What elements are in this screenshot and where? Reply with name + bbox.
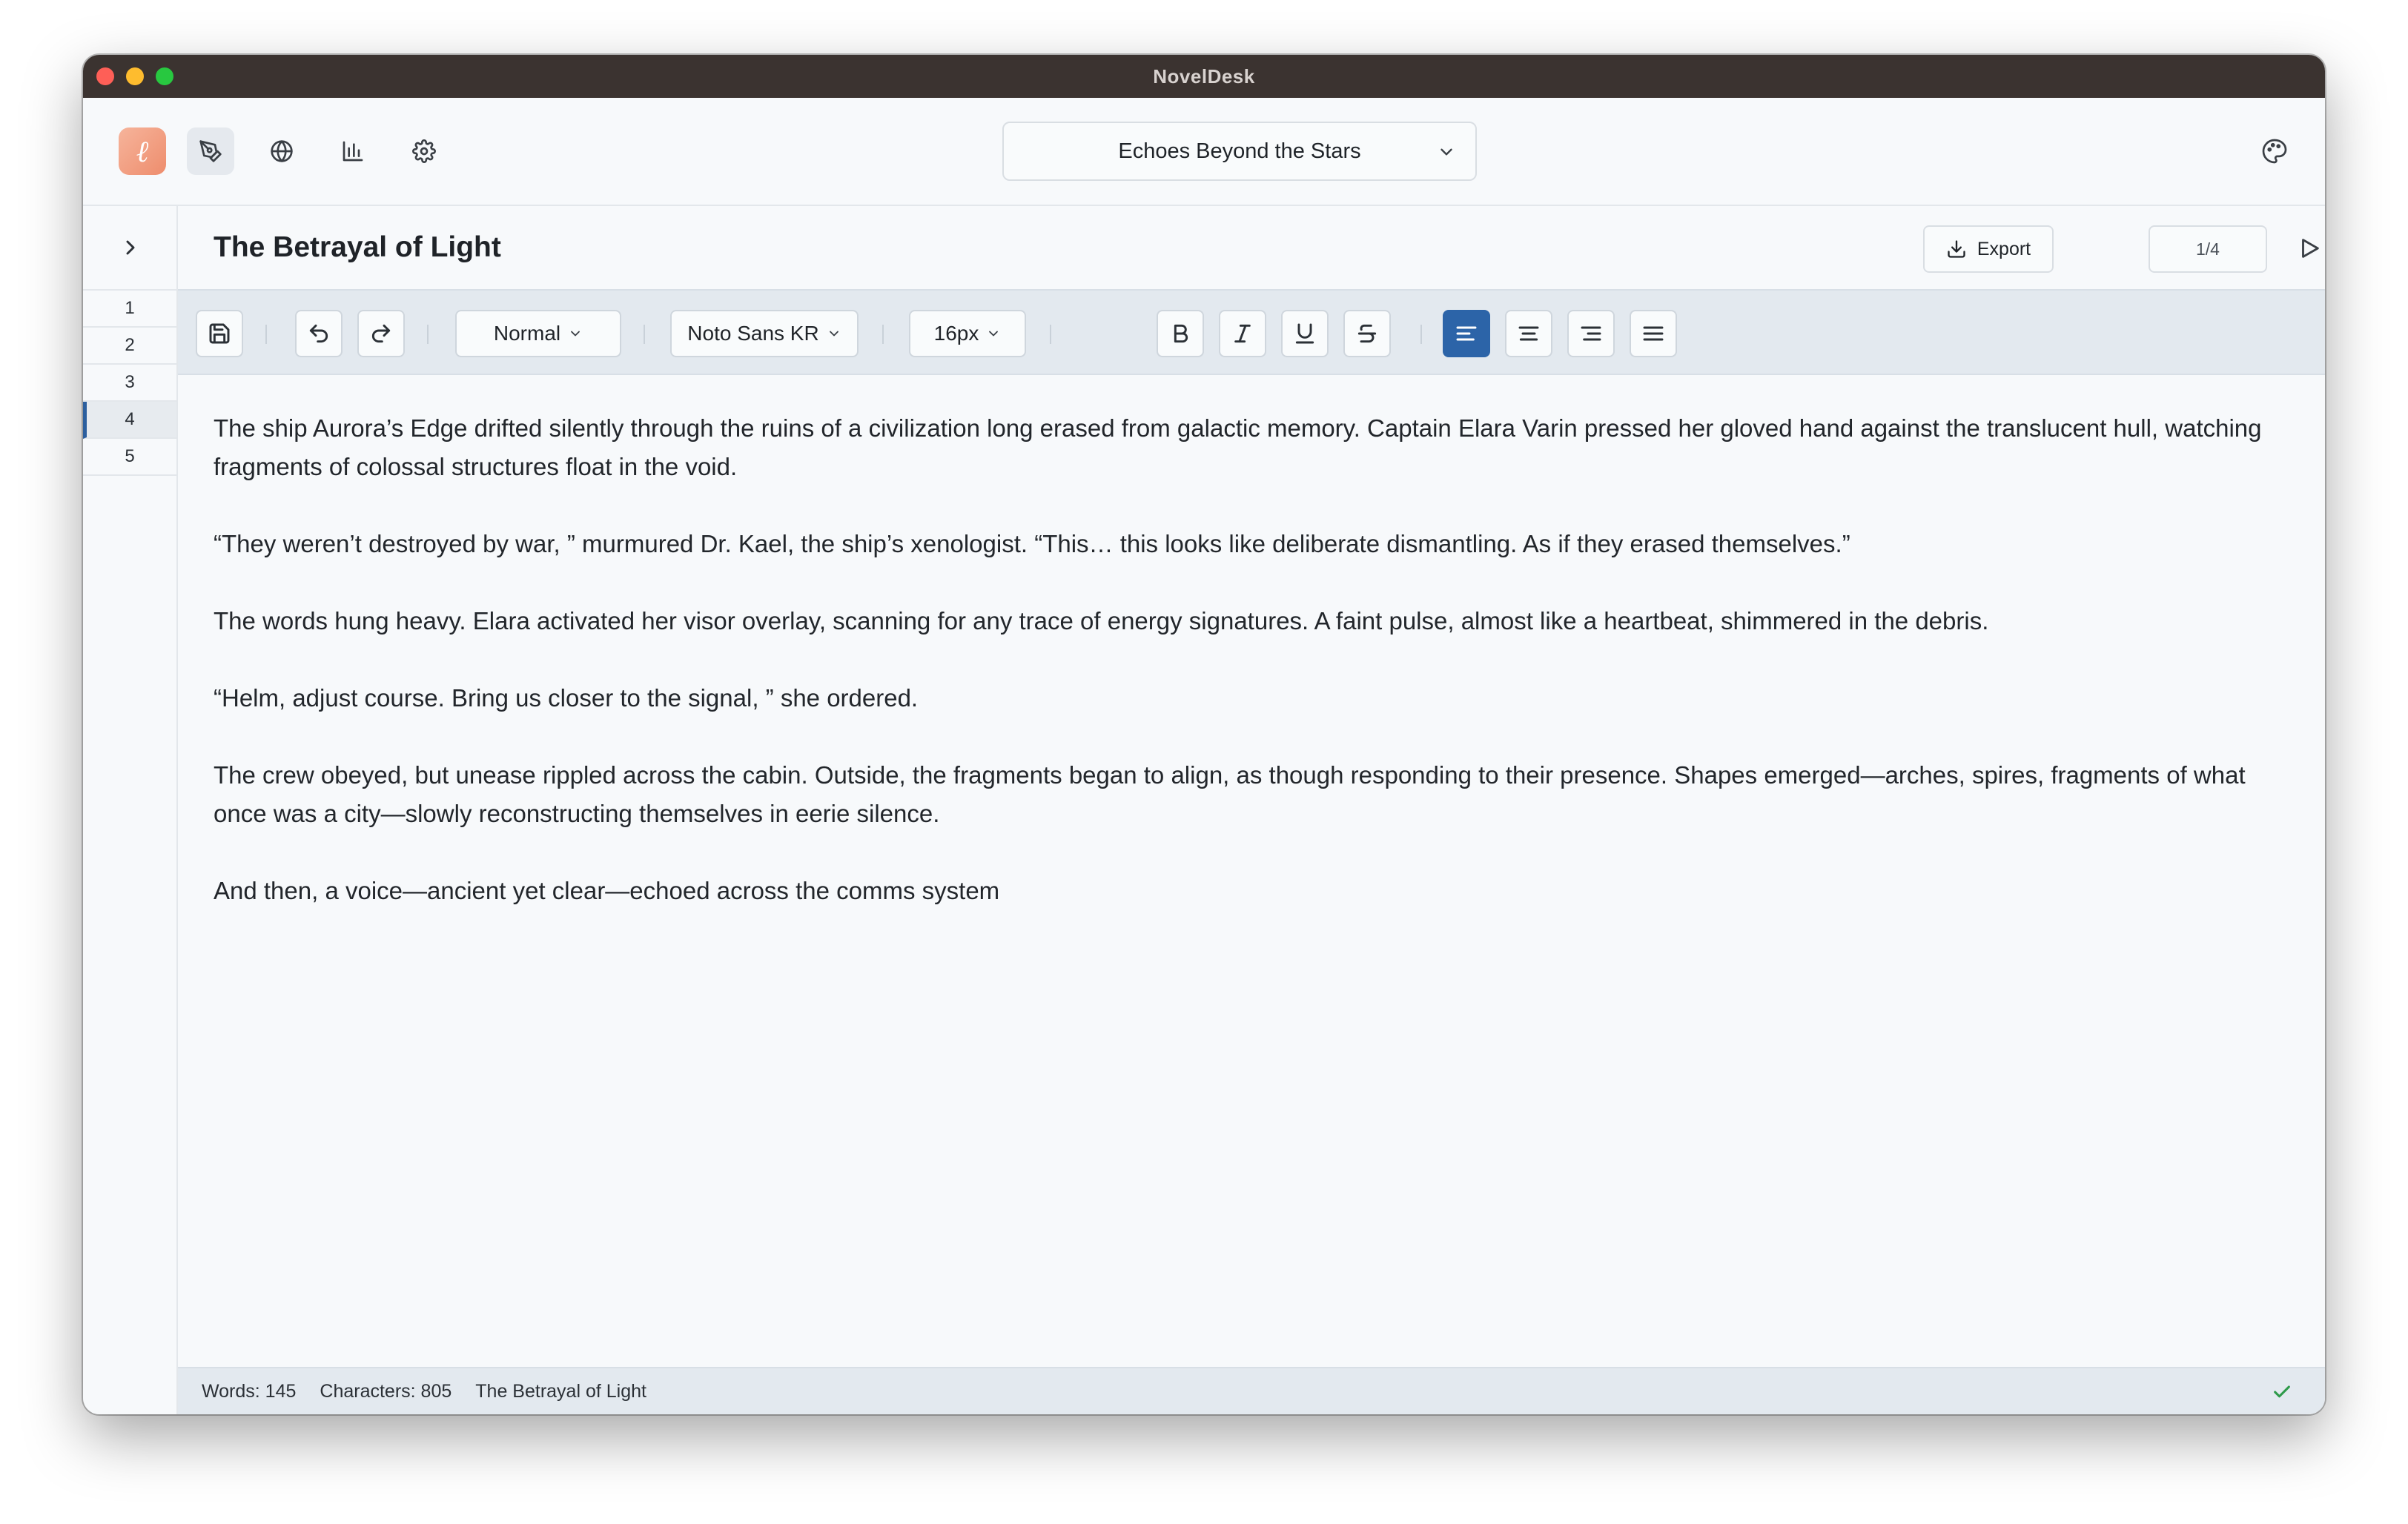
paragraph[interactable]: The words hung heavy. Elara activated he…	[214, 602, 2289, 640]
chevron-down-icon	[571, 331, 580, 337]
paragraph[interactable]: “They weren’t destroyed by war, ” murmur…	[214, 525, 2289, 563]
gear-icon	[412, 139, 436, 163]
play-button[interactable]	[2297, 236, 2322, 261]
align-right-icon	[1581, 326, 1601, 341]
chapter-item-active[interactable]: 4	[83, 402, 176, 439]
window-title: NovelDesk	[1153, 64, 1255, 87]
toolbar-divider	[1050, 325, 1051, 344]
export-label: Export	[1977, 238, 2031, 259]
editor-main: The Betrayal of Light Export 1/4 Normal …	[178, 206, 2325, 1414]
toolbar-divider	[882, 325, 884, 344]
app-logo[interactable]: ℓ	[119, 127, 166, 175]
save-button[interactable]	[196, 310, 243, 357]
window-controls	[96, 67, 173, 85]
download-icon	[1948, 240, 1965, 258]
title-bar: NovelDesk	[83, 55, 2325, 98]
text-editor[interactable]: The ship Aurora’s Edge drifted silently …	[178, 375, 2325, 1367]
close-window-button[interactable]	[96, 67, 114, 85]
app-window: NovelDesk ℓ Echoes Beyond the Stars 1 2 …	[83, 55, 2325, 1414]
top-navigation: ℓ Echoes Beyond the Stars	[83, 98, 2325, 206]
align-center-button[interactable]	[1505, 310, 1552, 357]
align-left-button[interactable]	[1443, 310, 1490, 357]
chapter-title: The Betrayal of Light	[214, 231, 501, 263]
character-count: Characters: 805	[320, 1380, 452, 1402]
align-left-icon	[1456, 326, 1477, 341]
feather-icon: ℓ	[136, 134, 149, 169]
nav-write-button[interactable]	[187, 127, 234, 175]
toolbar-divider	[1420, 325, 1422, 344]
minimize-window-button[interactable]	[126, 67, 144, 85]
export-button[interactable]: Export	[1923, 225, 2054, 273]
save-icon	[209, 323, 230, 344]
pen-icon	[199, 140, 222, 162]
chevron-down-icon	[1440, 148, 1452, 156]
paragraph[interactable]: “Helm, adjust course. Bring us closer to…	[214, 679, 2289, 718]
font-size-value: 16px	[933, 322, 979, 345]
project-select[interactable]: Echoes Beyond the Stars	[1002, 122, 1477, 181]
nav-settings-button[interactable]	[400, 127, 448, 175]
bold-button[interactable]	[1157, 310, 1204, 357]
nav-stats-button[interactable]	[329, 127, 377, 175]
chart-icon	[343, 141, 363, 162]
globe-icon	[271, 140, 293, 162]
chapter-item[interactable]: 1	[83, 291, 176, 328]
font-family-select[interactable]: Noto Sans KR	[670, 310, 859, 357]
align-right-button[interactable]	[1567, 310, 1615, 357]
status-chapter-title: The Betrayal of Light	[475, 1380, 646, 1402]
underline-icon	[1295, 323, 1314, 344]
toolbar-divider	[265, 325, 267, 344]
nav-world-button[interactable]	[258, 127, 305, 175]
palette-icon[interactable]	[2261, 138, 2288, 165]
bold-icon	[1174, 324, 1188, 343]
chevron-right-icon[interactable]	[119, 236, 142, 259]
font-family-value: Noto Sans KR	[687, 322, 819, 345]
paragraph[interactable]: The crew obeyed, but unease rippled acro…	[214, 756, 2289, 833]
redo-button[interactable]	[357, 310, 405, 357]
redo-icon	[371, 324, 391, 343]
status-bar: Words: 145 Characters: 805 The Betrayal …	[178, 1367, 2325, 1414]
paragraph-style-value: Normal	[493, 322, 561, 345]
paragraph[interactable]: And then, a voice—ancient yet clear—echo…	[214, 872, 2289, 910]
paragraph-style-select[interactable]: Normal	[455, 310, 621, 357]
paragraph[interactable]: The ship Aurora’s Edge drifted silently …	[214, 409, 2289, 486]
chapter-sidebar: 1 2 3 4 5	[83, 206, 178, 1414]
underline-button[interactable]	[1281, 310, 1329, 357]
align-center-icon	[1518, 326, 1539, 341]
chevron-down-icon	[989, 331, 999, 337]
undo-button[interactable]	[295, 310, 343, 357]
toolbar-divider	[644, 325, 645, 344]
chapter-list: 1 2 3 4 5	[83, 289, 176, 476]
project-select-label: Echoes Beyond the Stars	[1118, 139, 1361, 163]
toolbar-divider	[427, 325, 429, 344]
font-size-select[interactable]: 16px	[909, 310, 1026, 357]
strikethrough-icon	[1357, 324, 1377, 343]
chevron-down-icon	[829, 331, 838, 337]
formatting-toolbar: Normal Noto Sans KR 16px	[178, 289, 2325, 375]
word-count: Words: 145	[202, 1380, 297, 1402]
zoom-window-button[interactable]	[156, 67, 173, 85]
strikethrough-button[interactable]	[1343, 310, 1391, 357]
italic-button[interactable]	[1219, 310, 1266, 357]
align-justify-icon	[1643, 326, 1664, 341]
document-header: The Betrayal of Light Export 1/4	[178, 206, 2325, 289]
page-indicator[interactable]: 1/4	[2149, 225, 2267, 273]
chapter-item[interactable]: 2	[83, 328, 176, 365]
play-icon	[2302, 239, 2319, 258]
checkmark-icon	[2274, 1385, 2290, 1398]
align-justify-button[interactable]	[1630, 310, 1677, 357]
chapter-item[interactable]: 3	[83, 365, 176, 402]
italic-icon	[1234, 324, 1251, 343]
chapter-item[interactable]: 5	[83, 439, 176, 476]
undo-icon	[309, 324, 328, 343]
